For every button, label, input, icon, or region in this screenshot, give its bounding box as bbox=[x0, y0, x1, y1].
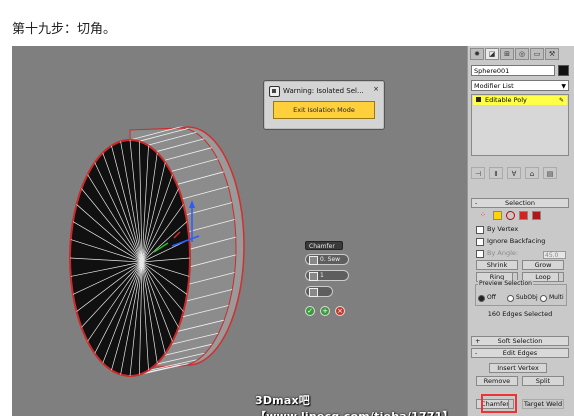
by-vertex-checkbox[interactable]: By Vertex bbox=[476, 225, 518, 234]
motion-icon[interactable]: ◎ bbox=[515, 48, 529, 60]
insert-vertex-button[interactable]: Insert Vertex bbox=[489, 363, 547, 373]
angle-value-field[interactable]: 45.0 bbox=[543, 251, 566, 259]
modifier-list-dropdown[interactable]: Modifier List ▼ bbox=[471, 80, 569, 91]
chamfer-caddy: Chamfer 0. Sew 1 ✓ + × bbox=[305, 241, 365, 321]
chamfer-amount-field[interactable]: 0. Sew bbox=[305, 254, 349, 265]
rollout-plus: + bbox=[475, 337, 481, 345]
by-angle-label: By Angle: bbox=[487, 249, 519, 257]
subobject-level-icons: ⁘ bbox=[480, 211, 541, 221]
chamfer-segments-field[interactable]: 1 bbox=[305, 270, 349, 281]
step-caption: 第十九步：切角。 bbox=[12, 22, 117, 37]
close-icon[interactable]: × bbox=[373, 85, 379, 93]
object-name-field[interactable]: Sphere001 bbox=[471, 65, 555, 76]
stack-item-label: Editable Poly bbox=[485, 96, 527, 104]
modifier-list-label: Modifier List bbox=[474, 82, 514, 90]
preview-multi-radio[interactable]: Multi bbox=[540, 294, 564, 302]
chamfer-segments-value: 1 bbox=[320, 272, 324, 279]
preview-subobj-radio[interactable]: SubObj bbox=[507, 294, 538, 302]
app-icon bbox=[269, 85, 280, 97]
create-icon[interactable]: ✹ bbox=[470, 48, 484, 60]
radio-dot bbox=[478, 294, 485, 302]
by-angle-checkbox[interactable]: By Angle: bbox=[476, 249, 518, 258]
apply-continue-button[interactable]: + bbox=[320, 306, 330, 316]
configure-modifier-sets-icon[interactable]: ▤ bbox=[543, 167, 557, 179]
segments-icon bbox=[309, 272, 318, 281]
loop-label: Loop bbox=[535, 273, 551, 281]
preview-off-radio[interactable]: Off bbox=[478, 294, 496, 302]
selection-status-text: 160 Edges Selected bbox=[487, 310, 553, 318]
utilities-icon[interactable]: ⚒ bbox=[545, 48, 559, 60]
loop-spinner[interactable] bbox=[558, 272, 564, 282]
chamfer-amount-icon bbox=[309, 256, 318, 265]
remove-modifier-icon[interactable]: ⌂ bbox=[525, 167, 539, 179]
split-button[interactable]: Split bbox=[522, 376, 564, 386]
selection-rollout-label: Selection bbox=[505, 199, 535, 207]
checkbox-box bbox=[476, 249, 484, 258]
ignore-backfacing-checkbox[interactable]: Ignore Backfacing bbox=[476, 237, 545, 246]
command-panel-tabs: ✹ ◪ ⊞ ◎ ▭ ⚒ bbox=[470, 48, 572, 60]
grow-button[interactable]: Grow bbox=[522, 260, 564, 270]
ok-button[interactable]: ✓ bbox=[305, 306, 315, 316]
edit-edges-label: Edit Edges bbox=[502, 349, 538, 357]
open-chamfer-toggle[interactable] bbox=[305, 286, 333, 297]
rollout-minus: - bbox=[475, 199, 478, 207]
chamfer-amount-value: 0. Sew bbox=[320, 256, 341, 263]
chamfer-highlight-box bbox=[481, 394, 517, 413]
3dsmax-screenshot: Warning: Isolated Sel... × Exit Isolatio… bbox=[12, 46, 574, 416]
edit-pencil-icon: ✎ bbox=[558, 97, 564, 104]
open-chamfer-icon bbox=[309, 288, 318, 297]
selection-rollout-header[interactable]: - Selection bbox=[471, 198, 569, 208]
element-icon[interactable] bbox=[532, 211, 541, 220]
display-icon[interactable]: ▭ bbox=[530, 48, 544, 60]
chevron-down-icon: ▼ bbox=[561, 83, 566, 90]
shrink-button[interactable]: Shrink bbox=[476, 260, 518, 270]
edge-icon[interactable] bbox=[493, 211, 502, 220]
soft-selection-rollout-header[interactable]: + Soft Selection bbox=[471, 336, 569, 346]
preview-off-label: Off bbox=[487, 294, 496, 301]
by-vertex-label: By Vertex bbox=[487, 225, 519, 233]
cylinder-model bbox=[69, 126, 245, 377]
preview-multi-label: Multi bbox=[549, 294, 564, 301]
object-color-swatch[interactable] bbox=[558, 65, 569, 76]
dialog-title-bar: Warning: Isolated Sel... bbox=[269, 84, 379, 98]
ignore-backfacing-label: Ignore Backfacing bbox=[487, 237, 546, 245]
modifier-stack: Editable Poly ✎ bbox=[471, 94, 569, 156]
checkbox-box bbox=[476, 237, 484, 246]
stack-item-editable-poly[interactable]: Editable Poly ✎ bbox=[473, 96, 567, 105]
preview-selection-title: Preview Selection bbox=[478, 280, 533, 287]
radio-dot bbox=[507, 294, 514, 302]
border-icon[interactable] bbox=[506, 211, 515, 220]
pin-stack-icon[interactable]: ⊣ bbox=[471, 167, 485, 179]
polygon-icon[interactable] bbox=[519, 211, 528, 220]
modify-icon[interactable]: ◪ bbox=[485, 48, 499, 60]
preview-selection-group: Preview Selection Off SubObj Multi bbox=[475, 280, 567, 306]
cancel-button[interactable]: × bbox=[335, 306, 345, 316]
soft-selection-label: Soft Selection bbox=[497, 337, 543, 345]
caddy-title: Chamfer bbox=[305, 241, 343, 250]
target-weld-button[interactable]: Target Weld bbox=[522, 399, 564, 409]
checkbox-box bbox=[476, 225, 484, 234]
perspective-viewport[interactable]: Warning: Isolated Sel... × Exit Isolatio… bbox=[12, 46, 466, 416]
stack-toggle-icon[interactable] bbox=[476, 97, 481, 102]
isolation-warning-dialog: Warning: Isolated Sel... × Exit Isolatio… bbox=[263, 80, 385, 130]
make-unique-icon[interactable]: ∀ bbox=[507, 167, 521, 179]
edit-edges-rollout-header[interactable]: - Edit Edges bbox=[471, 348, 569, 358]
preview-subobj-label: SubObj bbox=[516, 294, 538, 301]
watermark: 3Dmax吧 【www.linecg.com/tieba/1771】 bbox=[255, 394, 454, 416]
dialog-title: Warning: Isolated Sel... bbox=[283, 87, 364, 95]
show-end-result-icon[interactable]: Ⅱ bbox=[489, 167, 503, 179]
radio-dot bbox=[540, 294, 547, 302]
exit-isolation-button[interactable]: Exit Isolation Mode bbox=[273, 101, 375, 119]
rollout-minus: - bbox=[475, 349, 478, 357]
remove-button[interactable]: Remove bbox=[476, 376, 518, 386]
vertex-icon[interactable]: ⁘ bbox=[480, 211, 489, 220]
hierarchy-icon[interactable]: ⊞ bbox=[500, 48, 514, 60]
command-panel: ✹ ◪ ⊞ ◎ ▭ ⚒ Sphere001 Modifier List ▼ Ed… bbox=[467, 46, 574, 416]
stack-toolbar: ⊣ Ⅱ ∀ ⌂ ▤ bbox=[471, 166, 569, 180]
